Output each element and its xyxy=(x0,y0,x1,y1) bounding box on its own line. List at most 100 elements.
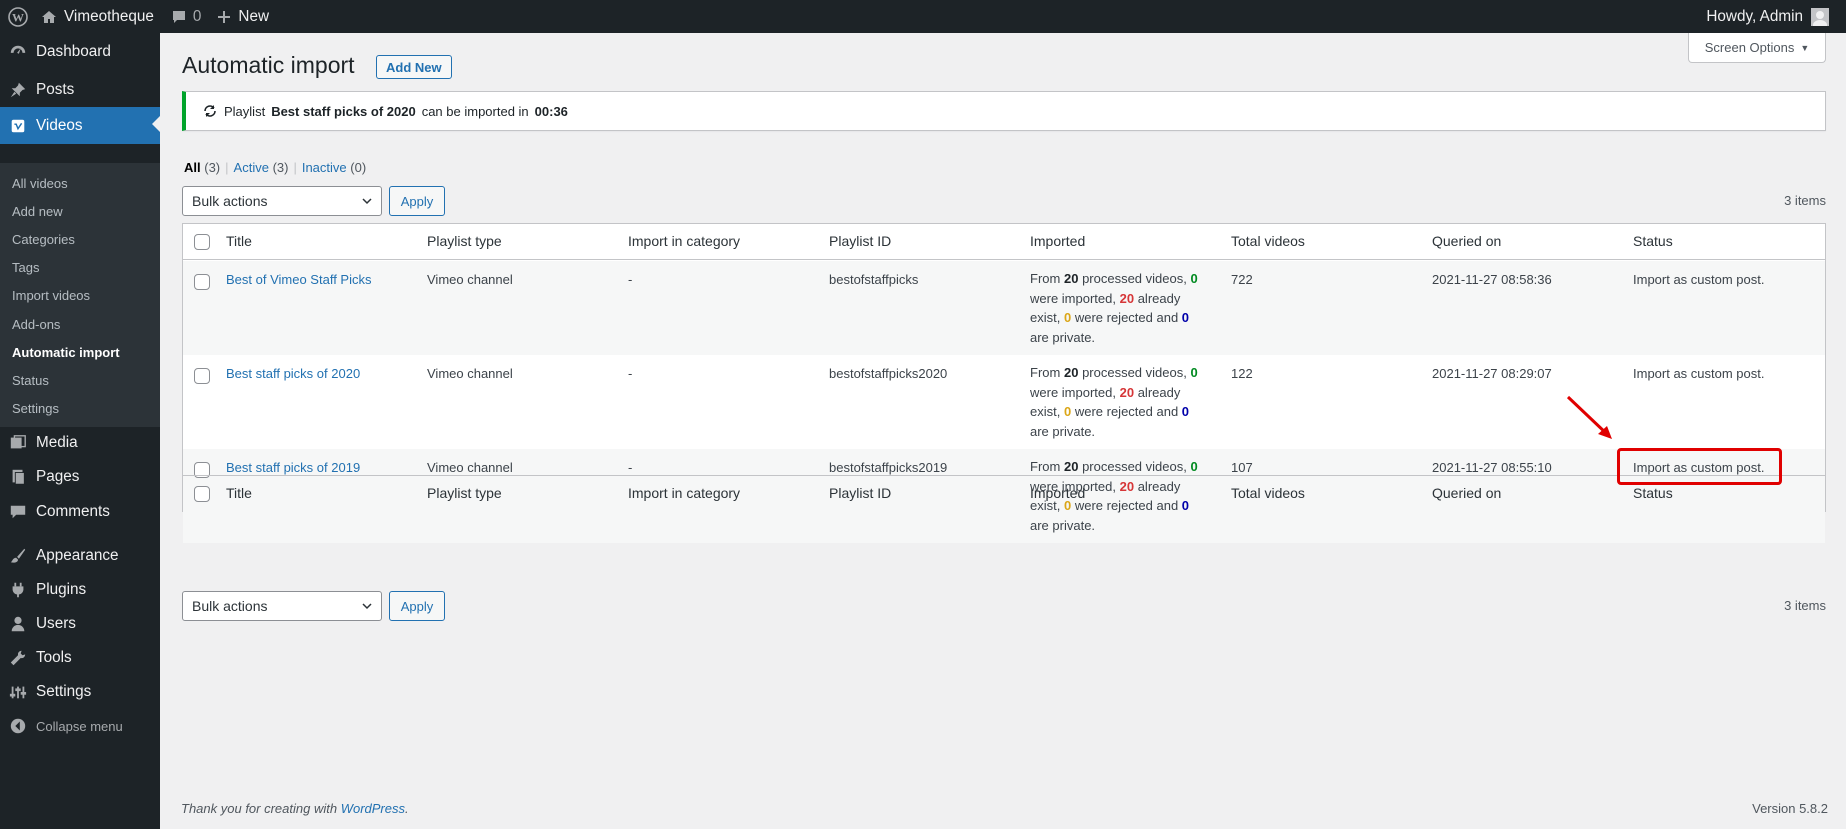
row-title-link[interactable]: Best staff picks of 2020 xyxy=(226,366,360,381)
sidebar-item-appearance[interactable]: Appearance xyxy=(0,539,160,573)
sidebar-item-dashboard[interactable]: Dashboard xyxy=(0,35,160,69)
table-footer: Title Playlist type Import in category P… xyxy=(183,475,1825,511)
row-imported-summary: From 20 processed videos, 0 were importe… xyxy=(1030,271,1198,345)
sidebar-item-users[interactable]: Users xyxy=(0,607,160,641)
plug-icon xyxy=(0,581,36,599)
select-all-checkbox[interactable] xyxy=(194,234,210,250)
brush-icon xyxy=(0,547,36,565)
sidebar-item-plugins[interactable]: Plugins xyxy=(0,573,160,607)
sidebar-item-videos[interactable]: Videos xyxy=(0,107,160,144)
collapse-menu-button[interactable]: Collapse menu xyxy=(0,709,160,743)
comments-count: 0 xyxy=(192,7,202,25)
sidebar-item-posts[interactable]: Posts xyxy=(0,73,160,107)
chevron-down-icon xyxy=(362,198,372,205)
comments-link[interactable]: 0 xyxy=(171,0,202,33)
row-playlist-id: bestofstaffpicks2020 xyxy=(829,366,948,381)
filter-all[interactable]: All xyxy=(184,160,201,175)
apply-button-bottom[interactable]: Apply xyxy=(389,591,445,621)
column-imported: Imported xyxy=(1030,233,1086,249)
collapse-arrow-icon xyxy=(0,717,36,735)
column-title[interactable]: Title xyxy=(226,233,252,249)
site-name-link[interactable]: Vimeotheque xyxy=(41,0,154,33)
filter-active[interactable]: Active xyxy=(234,160,269,175)
media-icon xyxy=(0,434,36,452)
refresh-icon xyxy=(204,105,216,117)
submenu-categories[interactable]: Categories xyxy=(12,232,75,247)
column-queried-on: Queried on xyxy=(1432,233,1502,249)
settings-icon xyxy=(0,683,36,701)
sidebar-item-comments[interactable]: Comments xyxy=(0,495,160,529)
add-new-button[interactable]: Add New xyxy=(376,55,452,79)
row-checkbox[interactable] xyxy=(194,368,210,384)
admin-bar: W Vimeotheque 0 New Howdy, Admin xyxy=(0,0,1846,33)
playlists-table: Title Playlist type Import in category P… xyxy=(182,223,1826,543)
column-playlist-id: Playlist ID xyxy=(829,233,892,249)
column-playlist-type: Playlist type xyxy=(427,233,502,249)
submenu-add-new[interactable]: Add new xyxy=(12,204,63,219)
row-checkbox[interactable] xyxy=(194,274,210,290)
row-total-videos: 122 xyxy=(1231,366,1253,381)
sidebar-item-pages[interactable]: Pages xyxy=(0,460,160,494)
column-queried-on: Queried on xyxy=(1432,485,1502,501)
sidebar-item-media[interactable]: Media xyxy=(0,426,160,460)
comment-icon xyxy=(0,503,36,521)
table-row: Best of Vimeo Staff Picks Vimeo channel … xyxy=(183,261,1825,355)
bulk-actions-select-bottom[interactable]: Bulk actions xyxy=(182,591,382,621)
pages-icon xyxy=(0,468,36,486)
row-total-videos: 107 xyxy=(1231,460,1253,475)
row-playlist-type: Vimeo channel xyxy=(427,460,513,475)
row-total-videos: 722 xyxy=(1231,272,1253,287)
column-import-category: Import in category xyxy=(628,485,741,501)
status-filters: All (3) | Active (3) | Inactive (0) xyxy=(184,160,367,175)
submenu-automatic-import[interactable]: Automatic import xyxy=(12,345,120,360)
wrench-icon xyxy=(0,649,36,667)
footer-thanks: Thank you for creating with WordPress. xyxy=(181,801,409,816)
filter-inactive[interactable]: Inactive xyxy=(302,160,347,175)
column-imported: Imported xyxy=(1030,485,1086,501)
status-highlight-box xyxy=(1617,448,1782,485)
svg-text:W: W xyxy=(12,10,24,24)
sidebar-item-tools[interactable]: Tools xyxy=(0,641,160,675)
bulk-actions-select-top[interactable]: Bulk actions xyxy=(182,186,382,216)
caret-down-icon: ▼ xyxy=(1800,42,1810,53)
notice-countdown: 00:36 xyxy=(534,103,568,119)
row-playlist-id: bestofstaffpicks2019 xyxy=(829,460,948,475)
row-category: - xyxy=(628,366,633,381)
page-title: Automatic import xyxy=(182,52,355,78)
column-playlist-type: Playlist type xyxy=(427,485,502,501)
site-name: Vimeotheque xyxy=(64,7,154,25)
column-total-videos: Total videos xyxy=(1231,233,1305,249)
row-playlist-type: Vimeo channel xyxy=(427,366,513,381)
avatar xyxy=(1811,7,1829,26)
submenu-status[interactable]: Status xyxy=(12,373,49,388)
screen-options-button[interactable]: Screen Options ▼ xyxy=(1688,33,1826,63)
account-menu[interactable]: Howdy, Admin xyxy=(1706,0,1829,33)
items-count-top: 3 items xyxy=(1784,193,1826,208)
apply-button-top[interactable]: Apply xyxy=(389,186,445,216)
submenu-tags[interactable]: Tags xyxy=(12,260,39,275)
submenu-add-ons[interactable]: Add-ons xyxy=(12,317,60,332)
import-notice: Playlist Best staff picks of 2020 can be… xyxy=(182,91,1826,131)
sidebar-item-settings[interactable]: Settings xyxy=(0,675,160,709)
wordpress-link[interactable]: WordPress xyxy=(341,801,405,816)
comment-icon xyxy=(172,10,185,23)
items-count-bottom: 3 items xyxy=(1784,598,1826,613)
new-content-link[interactable]: New xyxy=(217,0,269,33)
row-title-link[interactable]: Best staff picks of 2019 xyxy=(226,460,360,475)
submenu-all-videos[interactable]: All videos xyxy=(12,176,68,191)
row-playlist-id: bestofstaffpicks xyxy=(829,272,919,287)
table-header: Title Playlist type Import in category P… xyxy=(183,224,1825,260)
dashboard-icon xyxy=(0,43,36,61)
submenu-settings[interactable]: Settings xyxy=(12,401,59,416)
annotation-arrow-icon xyxy=(1566,395,1612,439)
row-title-link[interactable]: Best of Vimeo Staff Picks xyxy=(226,272,371,287)
submenu-import-videos[interactable]: Import videos xyxy=(12,288,90,303)
wordpress-logo-icon[interactable]: W xyxy=(0,0,35,33)
plus-icon xyxy=(218,10,231,23)
row-queried-on: 2021-11-27 08:58:36 xyxy=(1432,272,1552,287)
row-queried-on: 2021-11-27 08:55:10 xyxy=(1432,460,1552,475)
column-title[interactable]: Title xyxy=(226,485,252,501)
videos-submenu: All videos Add new Categories Tags Impor… xyxy=(0,163,160,427)
select-all-checkbox-footer[interactable] xyxy=(194,486,210,502)
row-queried-on: 2021-11-27 08:29:07 xyxy=(1432,366,1552,381)
